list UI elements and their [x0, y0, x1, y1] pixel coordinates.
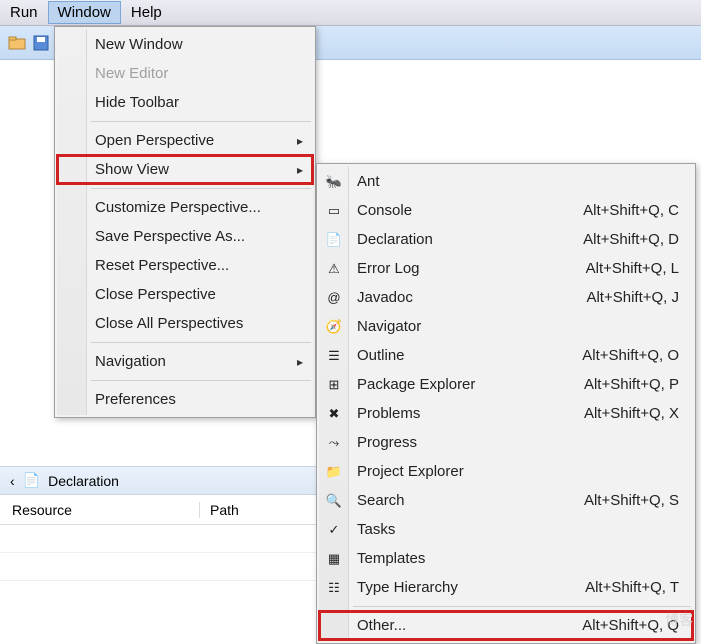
submenu-item-label: Navigator — [357, 318, 421, 335]
table-header: Resource Path — [0, 495, 316, 525]
menu-preferences[interactable]: Preferences — [57, 385, 313, 414]
package-explorer-icon: ⊞ — [325, 376, 343, 394]
col-resource[interactable]: Resource — [0, 502, 200, 518]
menu-close-perspective[interactable]: Close Perspective — [57, 280, 313, 309]
menu-save-perspective-as[interactable]: Save Perspective As... — [57, 222, 313, 251]
menu-new-window[interactable]: New Window — [57, 30, 313, 59]
progress-icon: ⤳ — [325, 434, 343, 452]
submenu-item-package-explorer[interactable]: ⊞ Package Explorer Alt+Shift+Q, P — [319, 370, 693, 399]
submenu-item-label: Progress — [357, 434, 417, 451]
submenu-item-javadoc[interactable]: @ Javadoc Alt+Shift+Q, J — [319, 283, 693, 312]
submenu-item-label: Ant — [357, 173, 380, 190]
shortcut-label: Alt+Shift+Q, P — [584, 376, 679, 393]
show-view-submenu: 🐜 Ant ▭ Console Alt+Shift+Q, C 📄 Declaration Al… — [316, 163, 696, 644]
submenu-item-search[interactable]: 🔍 Search Alt+Shift+Q, S — [319, 486, 693, 515]
templates-icon: ▦ — [325, 550, 343, 568]
menu-customize-perspective[interactable]: Customize Perspective... — [57, 193, 313, 222]
submenu-item-label: Project Explorer — [357, 463, 464, 480]
project-explorer-icon: 📁 — [325, 463, 343, 481]
submenu-item-navigator[interactable]: 🧭 Navigator — [319, 312, 693, 341]
other-icon — [325, 617, 343, 635]
search-icon: 🔍 — [325, 492, 343, 510]
submenu-item-outline[interactable]: ☰ Outline Alt+Shift+Q, O — [319, 341, 693, 370]
watermark: 博客 — [665, 610, 693, 630]
problems-icon: ✖ — [325, 405, 343, 423]
declaration-icon: 📄 — [325, 231, 343, 249]
outline-icon: ☰ — [325, 347, 343, 365]
menu-hide-toolbar[interactable]: Hide Toolbar — [57, 88, 313, 117]
menu-window[interactable]: Window — [48, 1, 121, 24]
submenu-item-label: Package Explorer — [357, 376, 475, 393]
shortcut-label: Alt+Shift+Q, S — [584, 492, 679, 509]
submenu-item-label: Type Hierarchy — [357, 579, 458, 596]
shortcut-label: Alt+Shift+Q, C — [583, 202, 679, 219]
separator — [353, 606, 691, 607]
submenu-item-label: Problems — [357, 405, 420, 422]
navigator-icon: 🧭 — [325, 318, 343, 336]
shortcut-label: Alt+Shift+Q, O — [582, 347, 679, 364]
shortcut-label: Alt+Shift+Q, T — [585, 579, 679, 596]
javadoc-icon: @ — [325, 289, 343, 307]
submenu-item-problems[interactable]: ✖ Problems Alt+Shift+Q, X — [319, 399, 693, 428]
save-icon[interactable] — [32, 34, 50, 52]
menu-reset-perspective[interactable]: Reset Perspective... — [57, 251, 313, 280]
submenu-item-project-explorer[interactable]: 📁 Project Explorer — [319, 457, 693, 486]
table-row[interactable] — [0, 525, 316, 553]
col-path[interactable]: Path — [200, 502, 239, 518]
submenu-item-error-log[interactable]: ⚠ Error Log Alt+Shift+Q, L — [319, 254, 693, 283]
submenu-item-label: Tasks — [357, 521, 395, 538]
declaration-icon: 📄 — [23, 472, 40, 489]
separator — [91, 188, 311, 189]
separator — [91, 380, 311, 381]
menu-open-perspective[interactable]: Open Perspective — [57, 126, 313, 155]
submenu-item-label: Error Log — [357, 260, 420, 277]
menubar: Run Window Help — [0, 0, 701, 26]
submenu-item-label: Search — [357, 492, 405, 509]
shortcut-label: Alt+Shift+Q, J — [586, 289, 679, 306]
menu-help[interactable]: Help — [121, 1, 172, 24]
submenu-item-declaration[interactable]: 📄 Declaration Alt+Shift+Q, D — [319, 225, 693, 254]
tab-declaration[interactable]: Declaration — [48, 473, 119, 489]
submenu-item-label: Declaration — [357, 231, 433, 248]
submenu-item-ant[interactable]: 🐜 Ant — [319, 167, 693, 196]
error-log-icon: ⚠ — [325, 260, 343, 278]
submenu-item-label: Other... — [357, 617, 406, 634]
submenu-other[interactable]: Other... Alt+Shift+Q, Q — [319, 611, 693, 640]
type-hierarchy-icon: ☷ — [325, 579, 343, 597]
table-row[interactable] — [0, 553, 316, 581]
console-icon: ▭ — [325, 202, 343, 220]
tasks-icon: ✓ — [325, 521, 343, 539]
submenu-item-tasks[interactable]: ✓ Tasks — [319, 515, 693, 544]
submenu-item-label: Javadoc — [357, 289, 413, 306]
menu-new-editor: New Editor — [57, 59, 313, 88]
shortcut-label: Alt+Shift+Q, D — [583, 231, 679, 248]
submenu-item-label: Outline — [357, 347, 405, 364]
submenu-item-label: Templates — [357, 550, 425, 567]
submenu-item-progress[interactable]: ⤳ Progress — [319, 428, 693, 457]
chevron-icon: ‹ — [10, 473, 15, 489]
menu-show-view[interactable]: Show View — [57, 155, 313, 184]
menu-close-all-perspectives[interactable]: Close All Perspectives — [57, 309, 313, 338]
submenu-item-console[interactable]: ▭ Console Alt+Shift+Q, C — [319, 196, 693, 225]
submenu-item-type-hierarchy[interactable]: ☷ Type Hierarchy Alt+Shift+Q, T — [319, 573, 693, 602]
shortcut-label: Alt+Shift+Q, L — [586, 260, 679, 277]
menu-navigation[interactable]: Navigation — [57, 347, 313, 376]
folder-icon[interactable] — [8, 34, 26, 52]
submenu-item-templates[interactable]: ▦ Templates — [319, 544, 693, 573]
menu-run[interactable]: Run — [0, 1, 48, 24]
submenu-item-label: Console — [357, 202, 412, 219]
declaration-view: ‹ 📄 Declaration Resource Path — [0, 466, 316, 634]
ant-icon: 🐜 — [325, 173, 343, 191]
separator — [91, 121, 311, 122]
window-menu: New Window New Editor Hide Toolbar Open … — [54, 26, 316, 418]
shortcut-label: Alt+Shift+Q, X — [584, 405, 679, 422]
separator — [91, 342, 311, 343]
